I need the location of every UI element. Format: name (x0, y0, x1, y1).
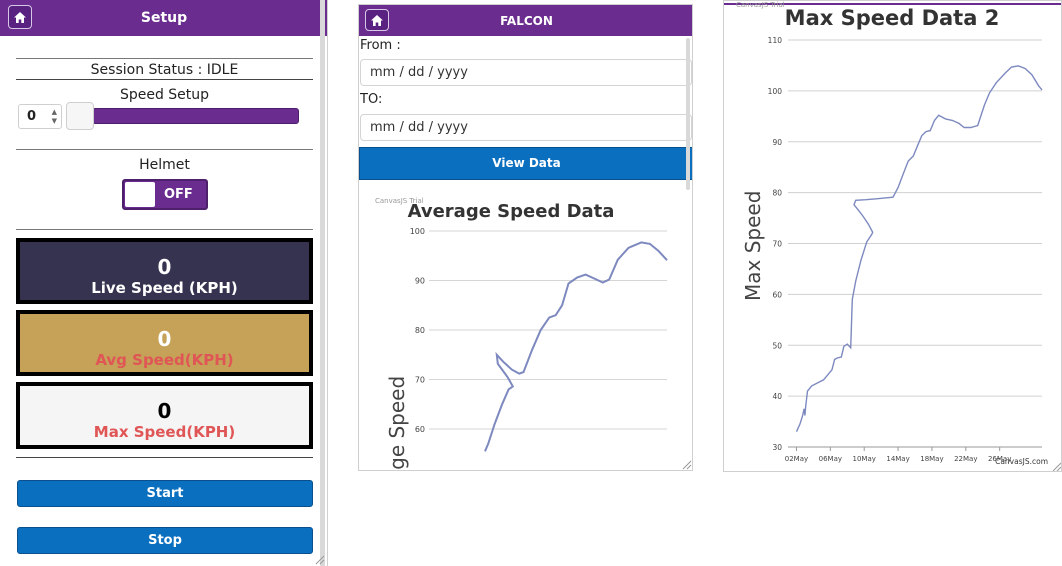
max-speed-chart: CanvasJS Trial Max Speed Data 2 30 40 50 60… (724, 1, 1061, 471)
avg-speed-box: 0 Avg Speed(KPH) (16, 310, 313, 376)
resize-grip-icon[interactable] (680, 458, 692, 470)
stepper-down-icon[interactable]: ▼ (52, 117, 57, 125)
helmet-label: Helmet (139, 157, 190, 173)
start-button[interactable]: Start (17, 480, 313, 507)
max-speed-value: 0 (157, 399, 172, 423)
max-speed-panel: CanvasJS Trial Max Speed Data 2 30 40 50 60… (723, 0, 1062, 472)
max-speed-label: Max Speed(KPH) (93, 423, 236, 441)
y-tick-label: 90 (415, 277, 425, 286)
speed-stepper[interactable]: 0 ▲ ▼ (18, 104, 62, 129)
setup-header: Setup (0, 0, 327, 36)
to-date-input[interactable]: mm / dd / yyyy (360, 114, 692, 141)
y-axis-label: Max Speed (741, 191, 765, 301)
resize-grip-icon[interactable] (1050, 460, 1062, 472)
setup-title: Setup (140, 10, 188, 26)
y-tick-label: 50 (772, 341, 782, 350)
chart-title: Max Speed Data 2 (785, 6, 1000, 30)
y-tick-label: 100 (768, 87, 783, 96)
y-tick-label: 110 (768, 36, 783, 45)
home-button[interactable] (365, 9, 389, 31)
y-tick-label: 80 (415, 326, 425, 335)
falcon-panel: FALCON From : mm / dd / yyyy TO: mm / dd… (358, 4, 693, 471)
y-tick-label: 60 (415, 425, 425, 434)
speed-slider-handle[interactable] (66, 102, 94, 130)
view-data-button[interactable]: View Data (359, 147, 692, 180)
chart-background (724, 1, 1061, 471)
x-tick-label: 18May (920, 455, 943, 463)
x-tick-label: 02May (785, 455, 808, 463)
avg-speed-label: Avg Speed(KPH) (95, 351, 234, 369)
divider (16, 149, 313, 150)
helmet-toggle-state: OFF (164, 187, 193, 202)
chart-title: Average Speed Data (408, 201, 615, 222)
toggle-knob (125, 182, 155, 207)
falcon-title: FALCON (500, 13, 553, 28)
panel-scrollbar[interactable] (686, 38, 690, 190)
y-tick-label: 40 (772, 392, 782, 401)
live-speed-box: 0 Live Speed (KPH) (16, 238, 313, 304)
helmet-toggle[interactable]: OFF (122, 179, 208, 210)
live-speed-value: 0 (157, 255, 172, 279)
session-status: Session Status : IDLE (90, 62, 239, 78)
average-speed-chart: CanvasJS Trial Average Speed Data 607080… (373, 194, 679, 471)
stepper-up-icon[interactable]: ▲ (52, 108, 57, 116)
y-axis-label: Average Speed (385, 376, 409, 471)
divider (16, 457, 313, 458)
chart-credit: CanvasJS.com (995, 457, 1048, 466)
divider (16, 229, 313, 230)
divider (16, 79, 313, 80)
setup-panel: Setup Session Status : IDLE Speed Setup … (0, 0, 328, 566)
speed-stepper-value: 0 (27, 109, 37, 124)
y-tick-label: 80 (772, 189, 782, 198)
y-tick-label: 70 (772, 240, 782, 249)
x-tick-label: 06May (819, 455, 842, 463)
x-tick-label: 10May (853, 455, 876, 463)
y-tick-label: 70 (415, 376, 425, 385)
avg-speed-value: 0 (157, 327, 172, 351)
from-label: From : (360, 38, 401, 53)
stop-button[interactable]: Stop (17, 527, 313, 554)
speed-slider-track[interactable] (92, 108, 299, 124)
home-icon (371, 14, 383, 26)
panel-scrollbar[interactable] (320, 0, 325, 566)
resize-grip-icon[interactable] (313, 553, 325, 565)
chart-trial-watermark: CanvasJS Trial (736, 1, 785, 9)
max-speed-box: 0 Max Speed(KPH) (16, 382, 313, 449)
x-tick-label: 22May (954, 455, 977, 463)
home-icon (14, 11, 26, 23)
y-tick-label: 60 (772, 290, 782, 299)
from-date-input[interactable]: mm / dd / yyyy (360, 59, 692, 86)
to-label: TO: (360, 92, 383, 107)
divider (16, 58, 313, 59)
home-button[interactable] (8, 5, 32, 29)
live-speed-label: Live Speed (KPH) (91, 279, 238, 297)
speed-setup-label: Speed Setup (119, 87, 210, 103)
y-tick-label: 30 (772, 443, 782, 452)
y-tick-label: 90 (772, 138, 782, 147)
falcon-header: FALCON (359, 5, 692, 36)
y-tick-label: 100 (410, 227, 425, 236)
x-tick-label: 14May (886, 455, 909, 463)
